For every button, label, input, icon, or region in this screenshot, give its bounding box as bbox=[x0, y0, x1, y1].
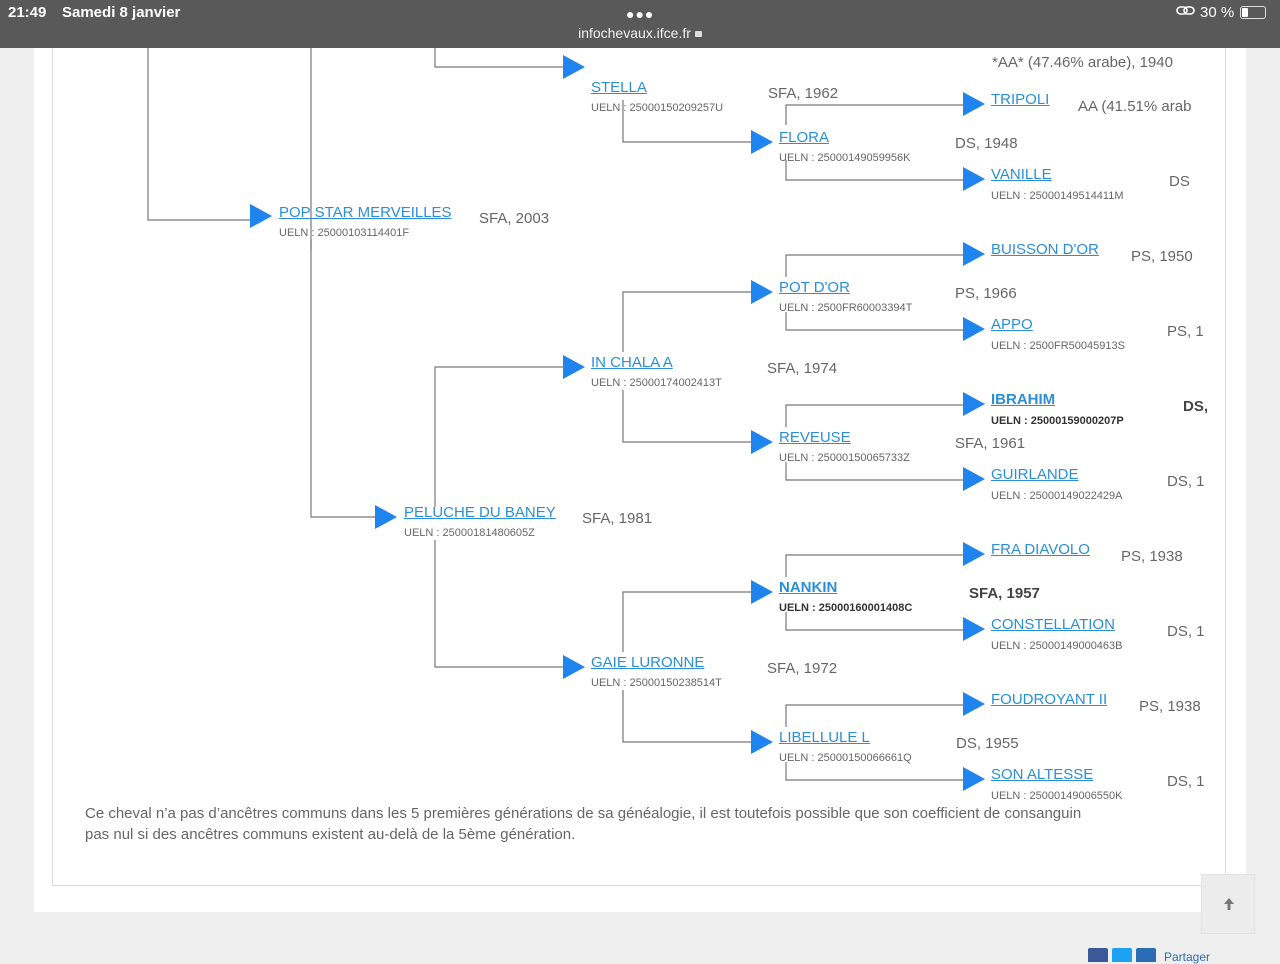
ueln-reveuse: UELN : 25000150065733Z bbox=[779, 452, 910, 464]
note-line-2: pas nul si des ancêtres communs existent… bbox=[85, 826, 576, 843]
ueln-guirlande: UELN : 25000149022429A bbox=[991, 490, 1123, 502]
ueln-stella: UELN : 25000150209257U bbox=[591, 102, 724, 114]
horse-link-in-chala-a[interactable]: IN CHALA A bbox=[591, 354, 673, 371]
note-line-1: Ce cheval n’a pas d’ancêtres communs dan… bbox=[85, 805, 1082, 822]
horse-link-vanille[interactable]: VANILLE bbox=[991, 166, 1052, 183]
horse-link-constellation[interactable]: CONSTELLATION bbox=[991, 616, 1115, 633]
horse-link-tripoli[interactable]: TRIPOLI bbox=[991, 91, 1049, 108]
arrow-icon bbox=[375, 505, 397, 529]
info-appo: PS, 1 bbox=[1167, 323, 1204, 340]
info-guirlande: DS, 1 bbox=[1167, 473, 1205, 490]
info-ibrahim: DS, bbox=[1183, 398, 1208, 415]
arrow-icon bbox=[963, 467, 985, 491]
horse-link-reveuse[interactable]: REVEUSE bbox=[779, 429, 851, 446]
arrow-icon bbox=[963, 617, 985, 641]
info-flora: DS, 1948 bbox=[955, 135, 1018, 152]
info-pop-star: SFA, 2003 bbox=[479, 210, 550, 227]
horse-link-appo[interactable]: APPO bbox=[991, 316, 1033, 333]
arrow-icon bbox=[963, 392, 985, 416]
back-to-top-button[interactable] bbox=[1201, 874, 1255, 934]
ueln-nankin: UELN : 25000160001408C bbox=[779, 602, 913, 614]
arrow-icon bbox=[963, 692, 985, 716]
arrow-icon bbox=[751, 130, 773, 154]
info-constellation: DS, 1 bbox=[1167, 623, 1205, 640]
info-vanille: DS bbox=[1169, 173, 1190, 190]
arrow-icon bbox=[751, 430, 773, 454]
ueln-libellule: UELN : 25000150066661Q bbox=[779, 752, 912, 764]
info-peluche: SFA, 1981 bbox=[582, 510, 653, 527]
horse-link-stella[interactable]: STELLA bbox=[591, 79, 647, 96]
battery-icon bbox=[1240, 6, 1266, 19]
arrow-icon bbox=[751, 580, 773, 604]
ueln-flora: UELN : 25000149059956K bbox=[779, 152, 911, 164]
arrow-icon bbox=[963, 92, 985, 116]
share-label[interactable]: Partager bbox=[1164, 950, 1210, 964]
horse-link-libellule-l[interactable]: LIBELLULE L bbox=[779, 729, 870, 746]
info-in-chala: SFA, 1974 bbox=[767, 360, 838, 377]
info-pot-dor: PS, 1966 bbox=[955, 285, 1017, 302]
info-nankin: SFA, 1957 bbox=[969, 585, 1040, 602]
ueln-peluche: UELN : 25000181480605Z bbox=[404, 527, 535, 539]
horse-link-ibrahim[interactable]: IBRAHIM bbox=[991, 391, 1055, 408]
horse-link-pop-star-merveilles[interactable]: POP STAR MERVEILLES bbox=[279, 204, 452, 221]
arrow-icon bbox=[563, 655, 585, 679]
horse-link-flora[interactable]: FLORA bbox=[779, 129, 829, 146]
info-son-altesse: DS, 1 bbox=[1167, 773, 1205, 790]
info-foudroyant: PS, 1938 bbox=[1139, 698, 1201, 715]
info-stella: SFA, 1962 bbox=[768, 85, 839, 102]
horse-link-gaie-luronne[interactable]: GAIE LURONNE bbox=[591, 654, 704, 671]
arrow-icon bbox=[751, 730, 773, 754]
ueln-in-chala: UELN : 25000174002413T bbox=[591, 377, 722, 389]
arrow-icon bbox=[563, 355, 585, 379]
arrow-icon bbox=[751, 280, 773, 304]
arrow-icon bbox=[963, 242, 985, 266]
ueln-pot-dor: UELN : 2500FR60003394T bbox=[779, 302, 913, 314]
horse-link-pot-dor[interactable]: POT D'OR bbox=[779, 279, 850, 296]
info-gaie: SFA, 1972 bbox=[767, 660, 838, 677]
horse-link-buisson-dor[interactable]: BUISSON D'OR bbox=[991, 241, 1099, 258]
info-reveuse: SFA, 1961 bbox=[955, 435, 1026, 452]
inbreeding-note: Ce cheval n’a pas d’ancêtres communs dan… bbox=[85, 803, 1208, 845]
horse-link-son-altesse[interactable]: SON ALTESSE bbox=[991, 766, 1093, 783]
horse-link-fra-diavolo[interactable]: FRA DIAVOLO bbox=[991, 541, 1090, 558]
arrow-icon bbox=[963, 317, 985, 341]
pedigree-tree: *AA* (47.46% arabe), 1940 STELLA UELN : … bbox=[0, 0, 1208, 960]
arrow-icon bbox=[250, 204, 272, 228]
arrow-icon bbox=[563, 55, 585, 79]
arrow-icon bbox=[963, 167, 985, 191]
horse-link-guirlande[interactable]: GUIRLANDE bbox=[991, 466, 1079, 483]
horse-link-peluche-du-baney[interactable]: PELUCHE DU BANEY bbox=[404, 504, 556, 521]
info-fra-diavolo: PS, 1938 bbox=[1121, 548, 1183, 565]
info-tripoli: AA (41.51% arab bbox=[1078, 98, 1192, 115]
ueln-pop-star: UELN : 25000103114401F bbox=[279, 227, 410, 239]
ancestor-info: *AA* (47.46% arabe), 1940 bbox=[992, 54, 1173, 71]
ueln-vanille: UELN : 25000149514411M bbox=[991, 190, 1124, 202]
info-libellule: DS, 1955 bbox=[956, 735, 1019, 752]
horse-link-foudroyant-ii[interactable]: FOUDROYANT II bbox=[991, 691, 1107, 708]
horse-link-nankin[interactable]: NANKIN bbox=[779, 579, 837, 596]
arrow-icon bbox=[963, 542, 985, 566]
arrow-icon bbox=[963, 767, 985, 791]
ueln-son-altesse: UELN : 25000149006550K bbox=[991, 790, 1123, 802]
ueln-gaie: UELN : 25000150238514T bbox=[591, 677, 722, 689]
ueln-ibrahim: UELN : 25000159000207P bbox=[991, 415, 1124, 427]
info-buisson: PS, 1950 bbox=[1131, 248, 1193, 265]
arrow-up-icon bbox=[1224, 898, 1234, 910]
ueln-constellation: UELN : 25000149000463B bbox=[991, 640, 1123, 652]
ueln-appo: UELN : 2500FR50045913S bbox=[991, 340, 1125, 352]
